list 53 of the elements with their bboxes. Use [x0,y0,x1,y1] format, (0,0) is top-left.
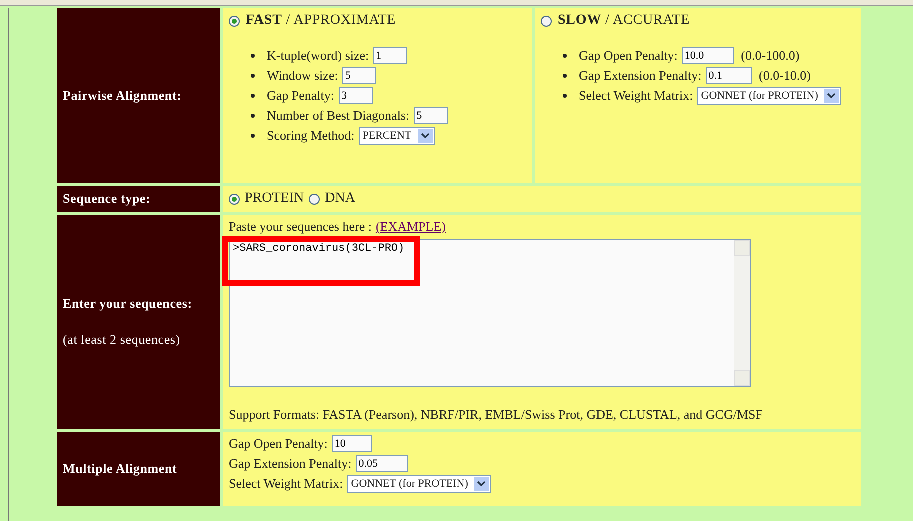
field-label: Gap Penalty: [267,88,335,104]
field-label: K-tuple(word) size: [267,48,370,64]
bullet-icon [251,94,255,98]
field-label: Scoring Method: [267,128,355,144]
bullet-icon [251,54,255,58]
text-input[interactable]: 10.0 [682,47,734,64]
radio-button[interactable] [229,16,240,26]
mode-label: FAST / APPROXIMATE [246,13,396,29]
bullet-icon [563,94,567,98]
caret-icon [474,477,490,491]
text-input[interactable]: 5 [342,67,376,84]
caret-icon [824,89,840,103]
field-label: Select Weight Matrix: [229,476,344,492]
text-input[interactable]: 3 [338,87,373,104]
radio-label: PROTEIN [245,191,304,207]
radio-button[interactable] [229,194,240,204]
caret-icon [418,129,433,143]
radio-button[interactable] [541,16,552,26]
text-input[interactable]: 0.1 [706,67,752,84]
row-label: Multiple Alignment [63,461,178,477]
formats-note: Support Formats: FASTA (Pearson), NBRF/PIR, EMBL/Swiss Prot, GDE, CLUSTAL, and GCG/MSF [229,407,764,424]
row-note: (at least 2 sequences) [63,332,182,348]
row-label: Sequence type: [63,191,152,207]
radio-button[interactable] [309,194,320,204]
field-label: Select Weight Matrix: [579,88,694,104]
field-label: Gap Extension Penalty: [229,456,352,472]
range-hint: (0.0-100.0) [740,48,800,64]
field-label: Gap Extension Penalty: [579,68,702,84]
field-label: Window size: [267,68,338,84]
example-link[interactable]: (EXAMPLE) [376,219,446,235]
row-label: Pairwise Alignment: [63,88,183,104]
radio-label: DNA [325,191,356,207]
scrollbar[interactable] [734,240,750,386]
field-label: Number of Best Diagonals: [267,108,410,124]
text-input[interactable]: 1 [373,47,408,64]
text-input[interactable]: 0.05 [356,455,408,472]
text-input[interactable]: 10 [332,435,372,452]
field-label: Gap Open Penalty: [229,436,328,452]
field-label: Gap Open Penalty: [579,48,678,64]
dropdown[interactable]: GONNET (for PROTEIN) [697,87,842,105]
bullet-icon [251,134,255,138]
mode-label: SLOW / ACCURATE [558,13,690,29]
dropdown[interactable]: PERCENT [358,127,435,145]
text-input[interactable]: 5 [414,107,448,124]
dropdown[interactable]: GONNET (for PROTEIN) [347,475,492,493]
range-hint: (0.0-10.0) [758,68,812,84]
bullet-icon [563,74,567,78]
bullet-icon [251,74,255,78]
sequence-textarea[interactable]: >SARS_coronavirus(3CL-PRO) [229,239,751,387]
bullet-icon [251,114,255,118]
bullet-icon [563,54,567,58]
paste-prompt: Paste your sequences here : [229,219,372,235]
row-label: Enter your sequences: [63,296,194,312]
